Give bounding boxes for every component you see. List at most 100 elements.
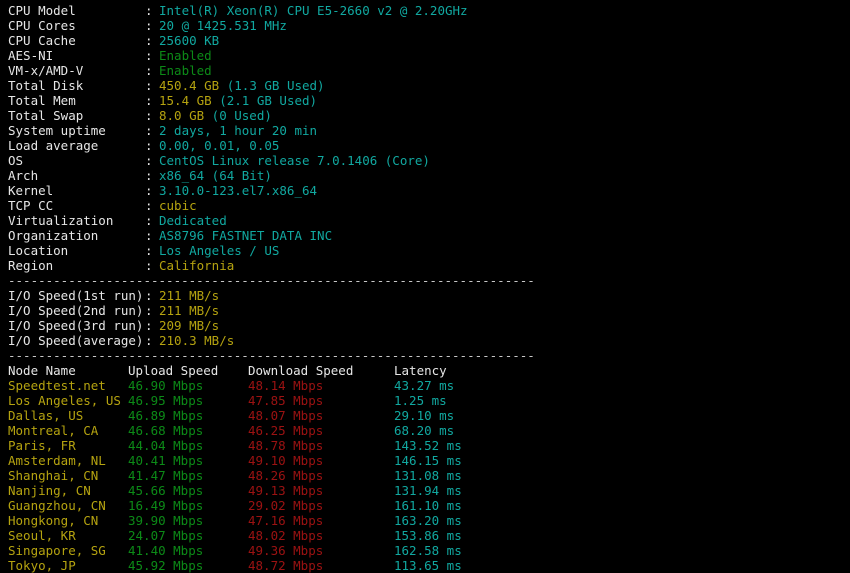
system-info-value: 20 @ 1425.531 MHz bbox=[159, 18, 287, 33]
cell-latency: 143.52 ms bbox=[394, 438, 504, 453]
system-info-label: Organization bbox=[8, 228, 145, 243]
table-row: Dallas, US46.89 Mbps48.07 Mbps29.10 ms bbox=[0, 408, 850, 423]
cell-latency: 161.10 ms bbox=[394, 498, 504, 513]
table-row: Los Angeles, US46.95 Mbps47.85 Mbps1.25 … bbox=[0, 393, 850, 408]
cell-upload-speed: 46.89 Mbps bbox=[128, 408, 248, 423]
cell-node-name: Nanjing, CN bbox=[8, 483, 128, 498]
system-info-label: CPU Cores bbox=[8, 18, 145, 33]
cell-latency: 113.65 ms bbox=[394, 558, 504, 573]
io-speed-row: I/O Speed(average):210.3 MB/s bbox=[0, 333, 850, 348]
cell-download-speed: 48.26 Mbps bbox=[248, 468, 394, 483]
system-info-value: 25600 KB bbox=[159, 33, 219, 48]
cell-latency: 146.15 ms bbox=[394, 453, 504, 468]
cell-upload-speed: 46.95 Mbps bbox=[128, 393, 248, 408]
io-speed-value: 211 MB/s bbox=[159, 288, 219, 303]
system-info-label: Arch bbox=[8, 168, 145, 183]
terminal-output: CPU Model:Intel(R) Xeon(R) CPU E5-2660 v… bbox=[0, 0, 850, 569]
cell-upload-speed: 40.41 Mbps bbox=[128, 453, 248, 468]
cell-node-name: Hongkong, CN bbox=[8, 513, 128, 528]
separator-line-2: ----------------------------------------… bbox=[0, 348, 850, 363]
system-info-label: Kernel bbox=[8, 183, 145, 198]
system-info-row: Total Mem:15.4 GB (2.1 GB Used) bbox=[0, 93, 850, 108]
table-row: Speedtest.net46.90 Mbps48.14 Mbps43.27 m… bbox=[0, 378, 850, 393]
cell-latency: 29.10 ms bbox=[394, 408, 504, 423]
header-node-name: Node Name bbox=[8, 363, 128, 378]
system-info-colon: : bbox=[145, 198, 159, 213]
io-speed-colon: : bbox=[145, 303, 159, 318]
system-info-row: Total Swap:8.0 GB (0 Used) bbox=[0, 108, 850, 123]
system-info-value: California bbox=[159, 258, 234, 273]
system-info-row: OS:CentOS Linux release 7.0.1406 (Core) bbox=[0, 153, 850, 168]
cell-download-speed: 48.78 Mbps bbox=[248, 438, 394, 453]
system-info-row: Load average:0.00, 0.01, 0.05 bbox=[0, 138, 850, 153]
system-info-value: 450.4 GB bbox=[159, 78, 219, 93]
io-speed-label: I/O Speed(1st run) bbox=[8, 288, 145, 303]
io-speed-label: I/O Speed(2nd run) bbox=[8, 303, 145, 318]
cell-upload-speed: 41.47 Mbps bbox=[128, 468, 248, 483]
system-info-row: TCP CC:cubic bbox=[0, 198, 850, 213]
system-info-value: Dedicated bbox=[159, 213, 227, 228]
system-info-row: Total Disk:450.4 GB (1.3 GB Used) bbox=[0, 78, 850, 93]
system-info-value: 15.4 GB bbox=[159, 93, 212, 108]
table-row: Shanghai, CN41.47 Mbps48.26 Mbps131.08 m… bbox=[0, 468, 850, 483]
system-info-row: Arch:x86_64 (64 Bit) bbox=[0, 168, 850, 183]
cell-upload-speed: 41.40 Mbps bbox=[128, 543, 248, 558]
system-info-colon: : bbox=[145, 183, 159, 198]
system-info-row: CPU Cache:25600 KB bbox=[0, 33, 850, 48]
system-info-value: cubic bbox=[159, 198, 197, 213]
table-row: Tokyo, JP45.92 Mbps48.72 Mbps113.65 ms bbox=[0, 558, 850, 573]
system-info-row: Virtualization:Dedicated bbox=[0, 213, 850, 228]
header-download-speed: Download Speed bbox=[248, 363, 394, 378]
cell-node-name: Seoul, KR bbox=[8, 528, 128, 543]
separator-line-1: ----------------------------------------… bbox=[0, 273, 850, 288]
system-info-value: Enabled bbox=[159, 48, 212, 63]
system-info-label: Total Swap bbox=[8, 108, 145, 123]
system-info-row: VM-x/AMD-V:Enabled bbox=[0, 63, 850, 78]
cell-node-name: Montreal, CA bbox=[8, 423, 128, 438]
cell-latency: 68.20 ms bbox=[394, 423, 504, 438]
cell-latency: 43.27 ms bbox=[394, 378, 504, 393]
cell-node-name: Amsterdam, NL bbox=[8, 453, 128, 468]
cell-download-speed: 48.02 Mbps bbox=[248, 528, 394, 543]
system-info-colon: : bbox=[145, 63, 159, 78]
cell-node-name: Guangzhou, CN bbox=[8, 498, 128, 513]
system-info-colon: : bbox=[145, 123, 159, 138]
io-speed-row: I/O Speed(1st run):211 MB/s bbox=[0, 288, 850, 303]
system-info-row: System uptime:2 days, 1 hour 20 min bbox=[0, 123, 850, 138]
io-speed-value: 209 MB/s bbox=[159, 318, 219, 333]
io-speed-label: I/O Speed(3rd run) bbox=[8, 318, 145, 333]
system-info-colon: : bbox=[145, 243, 159, 258]
system-info-block: CPU Model:Intel(R) Xeon(R) CPU E5-2660 v… bbox=[0, 3, 850, 273]
cell-node-name: Speedtest.net bbox=[8, 378, 128, 393]
cell-node-name: Los Angeles, US bbox=[8, 393, 128, 408]
cell-download-speed: 48.07 Mbps bbox=[248, 408, 394, 423]
table-row: Paris, FR44.04 Mbps48.78 Mbps143.52 ms bbox=[0, 438, 850, 453]
table-row: Guangzhou, CN16.49 Mbps29.02 Mbps161.10 … bbox=[0, 498, 850, 513]
system-info-value: Enabled bbox=[159, 63, 212, 78]
cell-node-name: Paris, FR bbox=[8, 438, 128, 453]
table-row: Amsterdam, NL40.41 Mbps49.10 Mbps146.15 … bbox=[0, 453, 850, 468]
io-speed-colon: : bbox=[145, 288, 159, 303]
cell-download-speed: 49.36 Mbps bbox=[248, 543, 394, 558]
io-speed-colon: : bbox=[145, 318, 159, 333]
system-info-label: OS bbox=[8, 153, 145, 168]
cell-latency: 153.86 ms bbox=[394, 528, 504, 543]
separator-dashes: ----------------------------------------… bbox=[8, 273, 535, 288]
system-info-colon: : bbox=[145, 33, 159, 48]
system-info-row: AES-NI:Enabled bbox=[0, 48, 850, 63]
table-row: Singapore, SG41.40 Mbps49.36 Mbps162.58 … bbox=[0, 543, 850, 558]
system-info-label: AES-NI bbox=[8, 48, 145, 63]
io-speed-row: I/O Speed(3rd run):209 MB/s bbox=[0, 318, 850, 333]
system-info-label: Load average bbox=[8, 138, 145, 153]
system-info-row: CPU Model:Intel(R) Xeon(R) CPU E5-2660 v… bbox=[0, 3, 850, 18]
cell-upload-speed: 44.04 Mbps bbox=[128, 438, 248, 453]
cell-latency: 131.94 ms bbox=[394, 483, 504, 498]
system-info-colon: : bbox=[145, 108, 159, 123]
cell-upload-speed: 46.90 Mbps bbox=[128, 378, 248, 393]
system-info-value: AS8796 FASTNET DATA INC bbox=[159, 228, 332, 243]
cell-latency: 163.20 ms bbox=[394, 513, 504, 528]
system-info-value-detail: (2.1 GB Used) bbox=[212, 93, 317, 108]
system-info-colon: : bbox=[145, 168, 159, 183]
cell-download-speed: 49.10 Mbps bbox=[248, 453, 394, 468]
separator-dashes: ----------------------------------------… bbox=[8, 348, 535, 363]
